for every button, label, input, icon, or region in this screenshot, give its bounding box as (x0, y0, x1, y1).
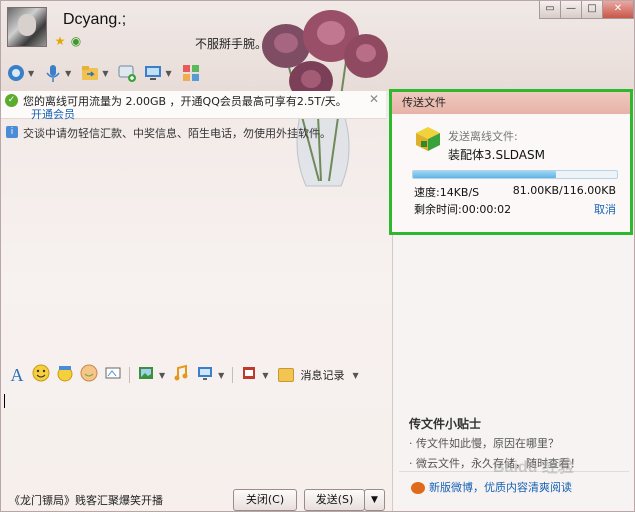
avatar[interactable] (7, 7, 47, 47)
assembly-file-icon (416, 127, 440, 151)
divider (129, 367, 130, 383)
message-history-button[interactable]: 消息记录 ▼ (278, 367, 362, 383)
chevron-down-icon[interactable]: ▼ (352, 371, 358, 380)
chat-toolbar: ▼ ▼ ▼ ▼ (5, 61, 202, 85)
window-controls: ▭ — □ ✕ (539, 1, 634, 19)
video-icon[interactable] (5, 63, 27, 83)
transfer-progress-bar (412, 170, 618, 179)
weibo-icon (411, 482, 425, 494)
chevron-down-icon[interactable]: ▼ (165, 69, 171, 78)
divider (232, 367, 234, 383)
chevron-down-icon[interactable]: ▼ (159, 371, 165, 380)
contact-nickname: Dcyang.; (63, 11, 127, 28)
screenshot-icon[interactable] (101, 364, 125, 386)
offline-quota-notice: ✓ 您的离线可用流量为 2.00GB ，开通QQ会员最高可享有2.5T/天。 开… (1, 91, 386, 122)
sticker-icon[interactable] (77, 364, 101, 386)
chevron-down-icon[interactable]: ▼ (102, 69, 108, 78)
tips-title: 传文件小贴士 (409, 417, 482, 431)
security-tip-text: 交谈中请勿轻信汇款、中奖信息、陌生电话，勿使用外挂软件。 (23, 127, 331, 140)
security-tip: i 交谈中请勿轻信汇款、中奖信息、陌生电话，勿使用外挂软件。 (1, 123, 386, 141)
chat-window: Dcyang.; ★ ◉ 不服掰手腕。 ▭ — □ ✕ ▼ ▼ ▼ ▼ ✓ 您的… (0, 0, 635, 512)
restore-skin-button[interactable]: ▭ (539, 1, 561, 19)
image-icon[interactable] (134, 364, 158, 386)
chevron-down-icon[interactable]: ▼ (65, 69, 71, 78)
input-toolbar: A ▼ ▼ ▼ 消息记录 ▼ (1, 363, 392, 387)
font-icon[interactable]: A (5, 364, 29, 386)
weibo-promo-link[interactable]: 新版微博，优质内容清爽阅读 (411, 479, 572, 495)
promo-link[interactable]: 《龙门镖局》贱客汇聚爆笑开播 (9, 492, 163, 508)
info-icon: i (6, 126, 18, 138)
cancel-transfer-link[interactable]: 取消 (594, 201, 616, 217)
screen-share-icon[interactable] (193, 364, 217, 386)
shake-window-icon[interactable] (237, 364, 261, 386)
history-icon (278, 368, 295, 382)
close-button[interactable]: 关闭(C) (233, 489, 297, 511)
transfer-remaining-time: 剩余时间:00:00:02 (414, 203, 512, 216)
mic-icon[interactable] (42, 63, 64, 83)
message-input[interactable] (1, 389, 392, 481)
contact-signature: 不服掰手腕。 (195, 37, 268, 51)
message-history-label: 消息记录 (300, 369, 345, 382)
chevron-down-icon[interactable]: ▼ (28, 69, 34, 78)
close-window-button[interactable]: ✕ (602, 1, 634, 19)
text-caret (4, 394, 5, 408)
folder-transfer-icon[interactable] (79, 63, 101, 83)
minimize-button[interactable]: — (560, 1, 582, 19)
status-icons: ★ ◉ (53, 34, 83, 48)
transfer-size: 81.00KB/116.00KB (512, 184, 616, 197)
transfer-progress-fill (413, 171, 556, 178)
send-options-button[interactable]: ▼ (364, 489, 385, 511)
star-icon: ★ (54, 34, 66, 48)
open-membership-link[interactable]: 开通会员 (31, 106, 75, 122)
transfer-speed: 速度:14KB/S (414, 186, 480, 199)
weibo-promo-text: 新版微博，优质内容清爽阅读 (429, 481, 572, 494)
close-icon[interactable]: ✕ (369, 92, 379, 106)
tip-item[interactable]: · 传文件如此慢，原因在哪里？ (409, 435, 629, 451)
remote-desktop-icon[interactable] (142, 63, 164, 83)
bottom-bar: 《龙门镖局》贱客汇聚爆笑开播 关闭(C) 发送(S) ▼ (1, 484, 392, 511)
chevron-down-icon[interactable]: ▼ (262, 371, 268, 380)
checkmark-icon: ✓ (5, 94, 18, 107)
file-transfer-box: 传送文件 发送离线文件: 装配体3.SLDASM 速度:14KB/S 81.00… (389, 89, 633, 235)
chevron-down-icon[interactable]: ▼ (218, 371, 224, 380)
add-chat-icon[interactable] (116, 63, 138, 83)
apps-icon[interactable] (180, 63, 202, 83)
title-area: Dcyang.; ★ ◉ 不服掰手腕。 ▭ — □ ✕ ▼ ▼ ▼ ▼ (1, 1, 634, 91)
send-button[interactable]: 发送(S) (304, 489, 365, 511)
watermark: Baidu 经验 (493, 459, 574, 476)
emoji-icon[interactable] (29, 364, 53, 386)
online-status-icon: ◉ (70, 34, 82, 48)
transfer-filename: 装配体3.SLDASM (448, 148, 545, 162)
transfer-header: 传送文件 (392, 92, 630, 114)
transfer-label: 发送离线文件: (448, 130, 518, 143)
music-icon[interactable] (169, 364, 193, 386)
maximize-button[interactable]: □ (581, 1, 603, 19)
magic-emoji-icon[interactable] (53, 364, 77, 386)
